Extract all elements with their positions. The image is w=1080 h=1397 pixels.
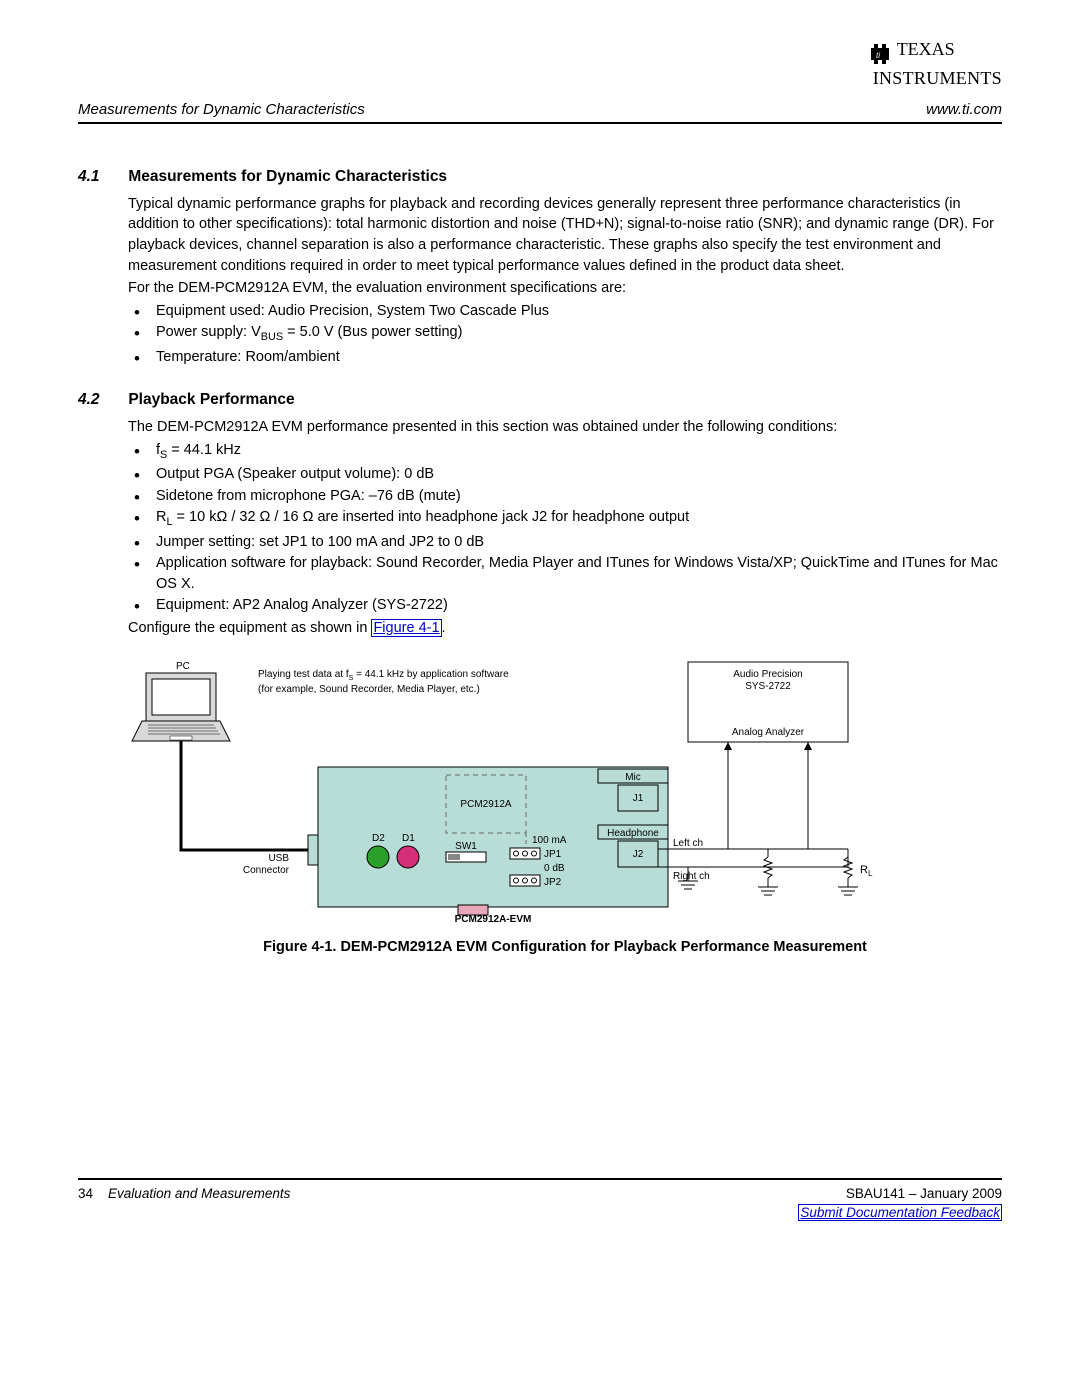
sec42-para1: The DEM-PCM2912A EVM performance present… xyxy=(128,417,1002,438)
jp1-header xyxy=(510,848,540,859)
logo-instruments: INSTRUMENTS xyxy=(873,68,1002,88)
section-title: Playback Performance xyxy=(128,391,294,408)
section-4-1-heading: 4.1 Measurements for Dynamic Characteris… xyxy=(78,166,1002,188)
db0-label: 0 dB xyxy=(544,863,565,874)
svg-text:ti: ti xyxy=(876,51,880,60)
header-left: Measurements for Dynamic Characteristics xyxy=(78,99,365,120)
figure-caption: Figure 4-1. DEM-PCM2912A EVM Configurati… xyxy=(128,937,1002,958)
list-item: fS = 44.1 kHz xyxy=(128,440,1002,463)
sec42-config: Configure the equipment as shown in Figu… xyxy=(128,618,1002,639)
list-item: Temperature: Room/ambient xyxy=(128,347,1002,368)
usb-label-2: Connector xyxy=(243,865,290,876)
pc-label: PC xyxy=(176,661,190,672)
list-item: Application software for playback: Sound… xyxy=(128,553,1002,594)
jp2-header xyxy=(510,875,540,886)
list-item: Jumper setting: set JP1 to 100 mA and JP… xyxy=(128,532,1002,553)
page-header: Measurements for Dynamic Characteristics… xyxy=(78,99,1002,124)
list-item: Output PGA (Speaker output volume): 0 dB xyxy=(128,464,1002,485)
leftch-label: Left ch xyxy=(673,838,703,849)
pc-icon xyxy=(132,673,230,741)
list-item: Sidetone from microphone PGA: –76 dB (mu… xyxy=(128,486,1002,507)
list-item: Equipment used: Audio Precision, System … xyxy=(128,301,1002,322)
rl-label: RL xyxy=(860,864,873,878)
sec42-bullet-list: fS = 44.1 kHzOutput PGA (Speaker output … xyxy=(128,440,1002,616)
ap-line2: SYS-2722 xyxy=(745,681,791,692)
page-number: 34 xyxy=(78,1186,93,1201)
figure-4-1: PC Playing test data at fS = 44.1 kHz by… xyxy=(128,657,1002,958)
hp-label: Headphone xyxy=(607,828,659,839)
ti-logo: ti TEXAS INSTRUMENTS xyxy=(869,40,1002,89)
j1-label: J1 xyxy=(633,793,644,804)
usb-connector xyxy=(308,835,318,865)
section-4-2-heading: 4.2 Playback Performance xyxy=(78,389,1002,411)
page-footer: 34 Evaluation and Measurements SBAU141 –… xyxy=(78,1184,1002,1222)
ap-line1: Audio Precision xyxy=(733,669,802,680)
submit-feedback-link[interactable]: Submit Documentation Feedback xyxy=(798,1204,1002,1221)
jp2-label: JP2 xyxy=(544,877,562,888)
rightch-label: Right ch xyxy=(673,871,710,882)
sec41-para1: Typical dynamic performance graphs for p… xyxy=(128,194,1002,276)
list-item: RL = 10 kΩ / 32 Ω / 16 Ω are inserted in… xyxy=(128,507,1002,530)
config-post: . xyxy=(442,620,446,636)
rl-left xyxy=(758,849,778,895)
sw1-label: SW1 xyxy=(455,841,477,852)
d1-label: D1 xyxy=(402,833,415,844)
figure-4-1-link[interactable]: Figure 4-1 xyxy=(371,619,441,637)
logo-texas: TEXAS xyxy=(897,39,955,59)
sec41-bullet-list: Equipment used: Audio Precision, System … xyxy=(128,301,1002,367)
section-number: 4.1 xyxy=(78,166,124,188)
footer-rule xyxy=(78,1178,1002,1180)
brand-logo-row: ti TEXAS INSTRUMENTS xyxy=(78,40,1002,89)
jp1-label: JP1 xyxy=(544,849,562,860)
evm-label: PCM2912A-EVM xyxy=(455,914,532,925)
ti-chip-icon: ti xyxy=(869,42,895,71)
pcm2912a-label: PCM2912A xyxy=(460,799,511,810)
config-pre: Configure the equipment as shown in xyxy=(128,620,371,636)
ap-line3: Analog Analyzer xyxy=(732,727,805,738)
d1-led xyxy=(397,846,419,868)
header-right: www.ti.com xyxy=(926,99,1002,120)
section-title: Measurements for Dynamic Characteristics xyxy=(128,168,447,185)
j2-label: J2 xyxy=(633,849,644,860)
usb-label-1: USB xyxy=(268,853,289,864)
list-item: Power supply: VBUS = 5.0 V (Bus power se… xyxy=(128,322,1002,345)
chapter-name: Evaluation and Measurements xyxy=(108,1186,290,1201)
list-item: Equipment: AP2 Analog Analyzer (SYS-2722… xyxy=(128,595,1002,616)
ma100-label: 100 mA xyxy=(532,835,567,846)
sec41-para2: For the DEM-PCM2912A EVM, the evaluation… xyxy=(128,278,1002,299)
section-number: 4.2 xyxy=(78,389,124,411)
d2-led xyxy=(367,846,389,868)
doc-id: SBAU141 – January 2009 xyxy=(846,1186,1002,1201)
play-text-1: Playing test data at fS = 44.1 kHz by ap… xyxy=(258,669,509,682)
sw1-slider xyxy=(448,854,460,860)
play-text-2: (for example, Sound Recorder, Media Play… xyxy=(258,684,480,695)
usb-cable xyxy=(181,741,308,850)
d2-label: D2 xyxy=(372,833,385,844)
mic-label: Mic xyxy=(625,772,641,783)
